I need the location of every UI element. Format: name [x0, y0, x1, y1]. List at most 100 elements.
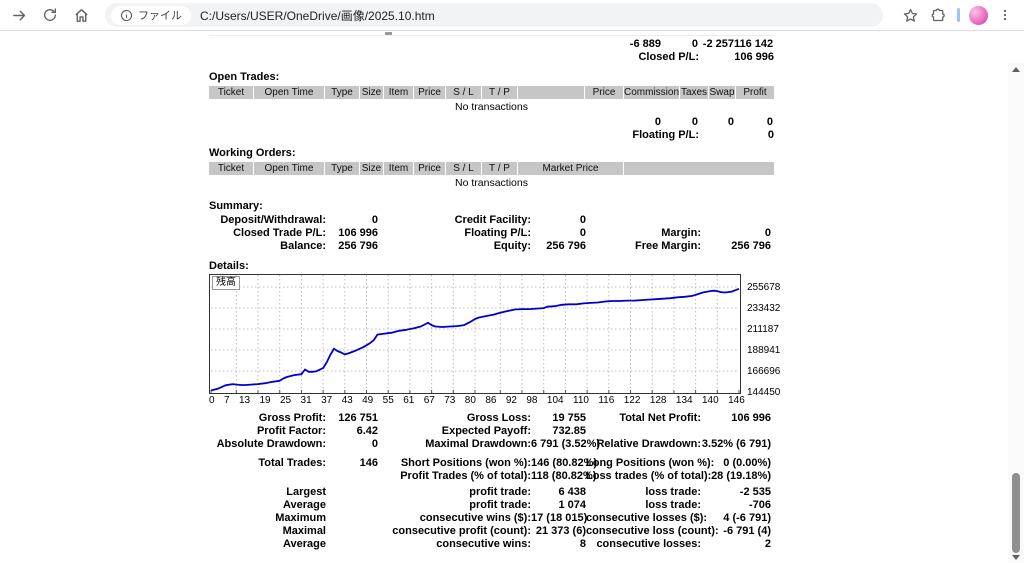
- stat-cell: Loss trades (% of total):: [586, 470, 701, 483]
- menu-button[interactable]: [994, 4, 1016, 26]
- column-header: Taxes: [680, 86, 708, 99]
- stat-cell: Gross Loss:: [378, 412, 531, 425]
- star-icon: [902, 7, 919, 24]
- stat-cell: 1 074: [531, 499, 586, 512]
- stat-row: Absolute Drawdown:0Maximal Drawdown:6 79…: [209, 438, 774, 451]
- stat-cell: 0: [531, 214, 586, 227]
- column-header: Size: [360, 162, 383, 175]
- value-cell: 116 142: [734, 38, 773, 51]
- floating-pl-label: Floating P/L:: [209, 129, 699, 142]
- floating-pl-value: 0: [699, 129, 774, 142]
- home-button[interactable]: [70, 4, 92, 26]
- stat-cell: loss trade:: [586, 486, 701, 499]
- stat-row: Total Trades:146Short Positions (won %):…: [209, 457, 774, 470]
- summary-rows: Deposit/Withdrawal:0Credit Facility:0Clo…: [209, 214, 774, 253]
- y-tick-label: 233432: [747, 304, 780, 314]
- stat-cell: [326, 486, 378, 499]
- stat-cell: [586, 214, 701, 227]
- x-tick-label: 55: [383, 395, 394, 406]
- stat-cell: 126 751: [326, 412, 378, 425]
- value-cell: -6 889: [209, 38, 661, 51]
- stat-cell: 118 (80.82%): [531, 470, 586, 483]
- x-tick-label: 92: [506, 395, 517, 406]
- stat-cell: loss trade:: [586, 499, 701, 512]
- stat-cell: [209, 470, 326, 483]
- bookmark-button[interactable]: [899, 4, 921, 26]
- closed-pl-value: 106 996: [699, 51, 774, 64]
- x-tick-label: 116: [598, 395, 614, 406]
- stat-cell: 0: [701, 227, 771, 240]
- scrollbar-thumb[interactable]: [1012, 473, 1020, 553]
- clipped-row-remnant: [209, 31, 774, 36]
- column-header: S / L: [446, 86, 481, 99]
- file-scheme-chip[interactable]: ファイル: [111, 6, 191, 25]
- x-tick-label: 98: [526, 395, 537, 406]
- url-text: C:/Users/USER/OneDrive/画像/2025.10.htm: [200, 7, 435, 24]
- stat-cell: consecutive wins:: [378, 538, 531, 551]
- stat-row: Profit Trades (% of total):118 (80.82%)L…: [209, 470, 774, 483]
- reload-button[interactable]: [39, 4, 61, 26]
- page-scrollbar[interactable]: [1008, 63, 1024, 563]
- stats-mid-rows: Total Trades:146Short Positions (won %):…: [209, 457, 774, 483]
- stat-cell: Relative Drawdown:: [586, 438, 701, 451]
- chart-x-axis: 0713192531374349556167738086929810411011…: [209, 395, 745, 406]
- column-header: Type: [325, 162, 359, 175]
- scroll-up-button[interactable]: [1008, 63, 1024, 75]
- forward-icon: [11, 7, 28, 24]
- column-header: [518, 86, 584, 99]
- stat-cell: [701, 425, 771, 438]
- stat-cell: Short Positions (won %):: [378, 457, 531, 470]
- stat-cell: [701, 214, 771, 227]
- stat-cell: Closed Trade P/L:: [209, 227, 326, 240]
- x-tick-label: 122: [624, 395, 641, 406]
- pinned-extension-icon[interactable]: [957, 8, 960, 22]
- forward-button[interactable]: [8, 4, 30, 26]
- column-header: Price: [414, 162, 445, 175]
- stat-cell: Absolute Drawdown:: [209, 438, 326, 451]
- column-header: [624, 162, 774, 175]
- open-trades-empty: No transactions: [209, 101, 774, 113]
- value-cell: 0: [209, 116, 661, 129]
- working-orders-title: Working Orders:: [209, 147, 774, 159]
- stat-cell: 256 796: [701, 240, 771, 253]
- home-icon: [73, 7, 90, 24]
- x-tick-label: 13: [239, 395, 250, 406]
- x-tick-label: 7: [224, 395, 230, 406]
- x-tick-label: 140: [702, 395, 719, 406]
- x-tick-label: 104: [547, 395, 564, 406]
- value-cell: 0: [661, 38, 698, 51]
- kebab-menu-icon: [998, 7, 1012, 23]
- address-bar[interactable]: ファイル C:/Users/USER/OneDrive/画像/2025.10.h…: [105, 3, 883, 27]
- value-cell: -2 257: [698, 38, 734, 51]
- extensions-button[interactable]: [927, 4, 949, 26]
- x-tick-label: 86: [485, 395, 496, 406]
- stat-cell: Largest: [209, 486, 326, 499]
- floating-totals-row: 0000: [209, 116, 774, 129]
- stat-cell: Profit Trades (% of total):: [378, 470, 531, 483]
- y-tick-label: 211187: [747, 325, 779, 335]
- closed-totals-row: -6 8890-2 257116 142: [209, 38, 774, 51]
- stat-cell: Expected Payoff:: [378, 425, 531, 438]
- column-header: Market Price: [518, 162, 623, 175]
- x-tick-label: 80: [465, 395, 476, 406]
- y-tick-label: 188941: [747, 346, 780, 356]
- stat-cell: consecutive losses ($):: [586, 512, 701, 525]
- y-tick-label: 255678: [747, 283, 780, 293]
- profile-avatar[interactable]: [969, 6, 988, 25]
- stat-row: Profit Factor:6.42Expected Payoff:732.85: [209, 425, 774, 438]
- stat-row: Balance:256 796Equity:256 796Free Margin…: [209, 240, 774, 253]
- stat-row: Gross Profit:126 751Gross Loss:19 755Tot…: [209, 412, 774, 425]
- stat-cell: -706: [701, 499, 771, 512]
- stat-cell: profit trade:: [378, 499, 531, 512]
- value-cell: 0: [734, 116, 773, 129]
- file-chip-label: ファイル: [138, 7, 182, 23]
- stat-cell: 3.52% (6 791): [701, 438, 771, 451]
- scroll-down-button[interactable]: [1008, 551, 1024, 563]
- open-trades-title: Open Trades:: [209, 71, 774, 83]
- stat-row: Closed Trade P/L:106 996Floating P/L:0Ma…: [209, 227, 774, 240]
- x-tick-label: 110: [573, 395, 589, 406]
- column-header: Profit: [736, 86, 774, 99]
- x-tick-label: 19: [259, 395, 270, 406]
- column-header: Size: [360, 86, 383, 99]
- puzzle-icon: [930, 7, 947, 24]
